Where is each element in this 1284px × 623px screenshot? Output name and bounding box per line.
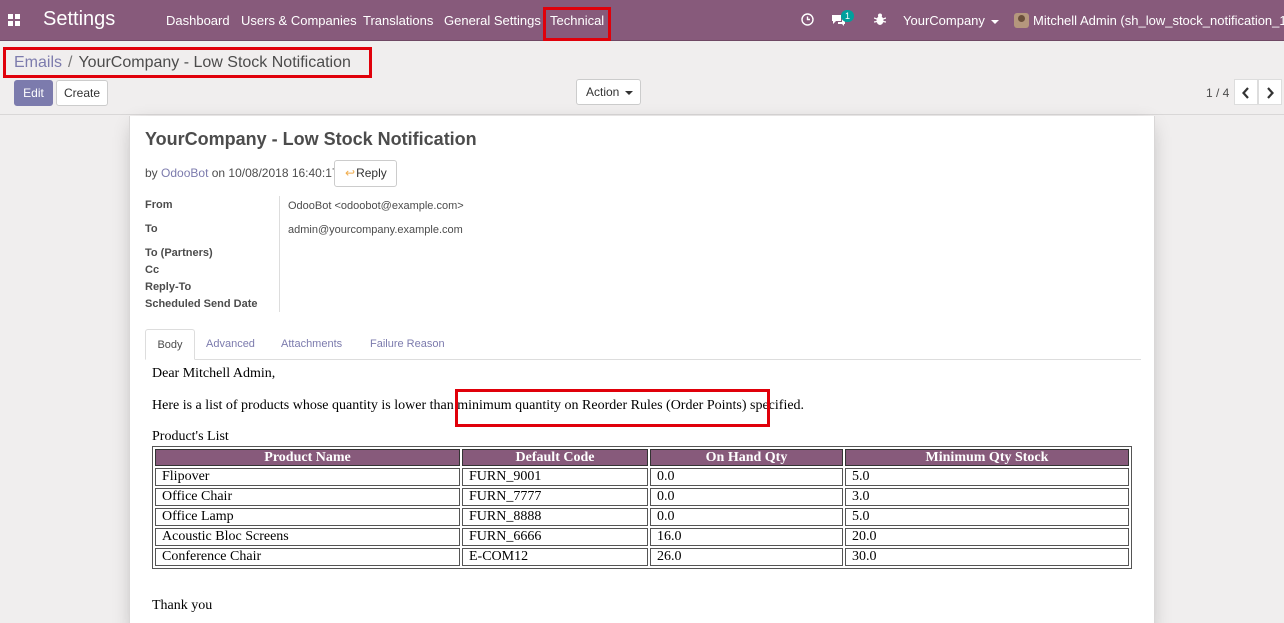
column-header-on-hand-qty: On Hand Qty xyxy=(650,449,843,466)
reply-label: Reply xyxy=(356,166,387,180)
cell-default-code: FURN_8888 xyxy=(462,508,648,526)
field-value-from: OdooBot <odoobot@example.com> xyxy=(288,200,464,212)
menu-translations[interactable]: Translations xyxy=(363,13,433,28)
field-label-scheduled-send-date: Scheduled Send Date xyxy=(145,298,258,310)
action-dropdown[interactable]: Action xyxy=(576,79,641,105)
messages-chat-icon[interactable]: 1 xyxy=(831,10,855,29)
mail-form-sheet: YourCompany - Low Stock Notification by … xyxy=(129,116,1155,623)
user-menu[interactable]: Mitchell Admin (sh_low_stock_notificatio… xyxy=(1033,13,1284,28)
user-avatar[interactable] xyxy=(1014,13,1029,28)
mail-byline: by OdooBot on 10/08/2018 16:40:17 xyxy=(145,166,339,180)
cell-product-name: Office Chair xyxy=(155,488,460,506)
cell-on-hand-qty: 0.0 xyxy=(650,468,843,486)
create-button[interactable]: Create xyxy=(56,80,108,106)
table-row: Office Chair FURN_7777 0.0 3.0 xyxy=(155,488,1129,506)
cell-default-code: E-COM12 xyxy=(462,548,648,566)
products-table: Product Name Default Code On Hand Qty Mi… xyxy=(152,446,1132,569)
cell-product-name: Flipover xyxy=(155,468,460,486)
tab-body[interactable]: Body xyxy=(145,329,195,360)
cell-minimum-qty: 5.0 xyxy=(845,468,1129,486)
cell-on-hand-qty: 0.0 xyxy=(650,488,843,506)
pager-next-button[interactable] xyxy=(1258,79,1282,105)
menu-users-companies[interactable]: Users & Companies xyxy=(241,13,357,28)
cell-default-code: FURN_6666 xyxy=(462,528,648,546)
pager-value[interactable]: 1 / 4 xyxy=(1206,86,1229,100)
cell-minimum-qty: 3.0 xyxy=(845,488,1129,506)
highlight-technical-menu xyxy=(543,7,611,41)
menu-general-settings[interactable]: General Settings xyxy=(444,13,541,28)
by-prefix: by xyxy=(145,166,158,180)
reply-arrow-icon: ↩ xyxy=(345,166,356,180)
field-label-to-partners: To (Partners) xyxy=(145,247,213,259)
edit-button[interactable]: Edit xyxy=(14,80,53,106)
top-navbar: Settings Dashboard Users & Companies Tra… xyxy=(0,0,1284,41)
field-divider xyxy=(279,196,280,312)
mail-subject-title: YourCompany - Low Stock Notification xyxy=(145,129,477,149)
cell-on-hand-qty: 26.0 xyxy=(650,548,843,566)
column-header-product-name: Product Name xyxy=(155,449,460,466)
field-label-from: From xyxy=(145,199,173,211)
cell-on-hand-qty: 0.0 xyxy=(650,508,843,526)
app-title: Settings xyxy=(43,8,116,30)
cell-minimum-qty: 20.0 xyxy=(845,528,1129,546)
notebook-tabs: Body Advanced Attachments Failure Reason xyxy=(145,329,1141,360)
chevron-left-icon xyxy=(1242,87,1249,99)
table-header-row: Product Name Default Code On Hand Qty Mi… xyxy=(155,449,1129,466)
action-label: Action xyxy=(586,85,620,99)
apps-grid-icon[interactable] xyxy=(8,14,20,26)
chevron-right-icon xyxy=(1267,87,1274,99)
cell-product-name: Conference Chair xyxy=(155,548,460,566)
field-label-to: To xyxy=(145,223,158,235)
highlight-reorder-rules-text xyxy=(455,389,770,427)
company-name: YourCompany xyxy=(903,13,985,28)
cell-product-name: Office Lamp xyxy=(155,508,460,526)
highlight-breadcrumb xyxy=(3,47,372,78)
body-closing: Thank you xyxy=(152,598,213,613)
table-row: Conference Chair E-COM12 26.0 30.0 xyxy=(155,548,1129,566)
tab-attachments[interactable]: Attachments xyxy=(281,329,342,360)
tab-failure-reason[interactable]: Failure Reason xyxy=(370,329,445,360)
company-switcher[interactable]: YourCompany xyxy=(903,13,999,28)
cell-on-hand-qty: 16.0 xyxy=(650,528,843,546)
table-row: Office Lamp FURN_8888 0.0 5.0 xyxy=(155,508,1129,526)
cell-product-name: Acoustic Bloc Screens xyxy=(155,528,460,546)
chevron-down-icon xyxy=(990,19,999,24)
tab-advanced[interactable]: Advanced xyxy=(206,329,255,360)
field-value-to: admin@yourcompany.example.com xyxy=(288,224,463,236)
debug-bug-icon[interactable] xyxy=(873,13,887,29)
body-greeting: Dear Mitchell Admin, xyxy=(152,366,276,381)
activity-clock-icon[interactable] xyxy=(801,13,814,29)
cell-minimum-qty: 30.0 xyxy=(845,548,1129,566)
menu-dashboard[interactable]: Dashboard xyxy=(166,13,230,28)
pager-previous-button[interactable] xyxy=(1234,79,1258,105)
field-label-cc: Cc xyxy=(145,264,160,276)
body-list-title: Product's List xyxy=(152,429,229,444)
chevron-down-icon xyxy=(625,90,634,95)
field-label-reply-to: Reply-To xyxy=(145,281,192,293)
cell-default-code: FURN_7777 xyxy=(462,488,648,506)
column-header-default-code: Default Code xyxy=(462,449,648,466)
table-row: Acoustic Bloc Screens FURN_6666 16.0 20.… xyxy=(155,528,1129,546)
cell-default-code: FURN_9001 xyxy=(462,468,648,486)
mail-date: on 10/08/2018 16:40:17 xyxy=(211,166,339,180)
reply-button[interactable]: ↩Reply xyxy=(334,160,397,187)
column-header-minimum-qty-stock: Minimum Qty Stock xyxy=(845,449,1129,466)
cell-minimum-qty: 5.0 xyxy=(845,508,1129,526)
table-row: Flipover FURN_9001 0.0 5.0 xyxy=(155,468,1129,486)
messages-count-badge: 1 xyxy=(841,10,855,22)
author-link[interactable]: OdooBot xyxy=(161,166,208,180)
